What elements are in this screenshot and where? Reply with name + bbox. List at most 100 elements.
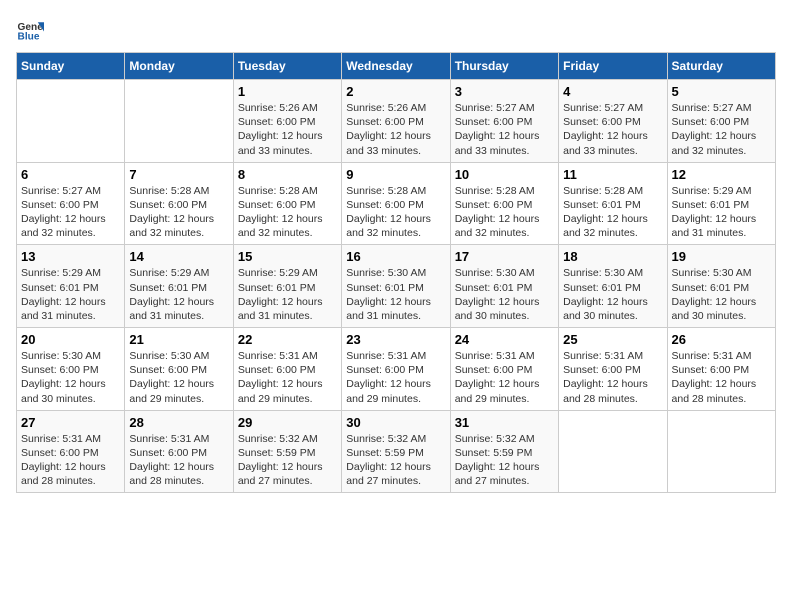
day-number: 2 — [346, 84, 445, 99]
calendar-cell: 24 Sunrise: 5:31 AMSunset: 6:00 PMDayligh… — [450, 328, 558, 411]
day-info: Sunrise: 5:30 AMSunset: 6:01 PMDaylight:… — [455, 266, 554, 323]
logo-icon: General Blue — [16, 16, 44, 44]
day-number: 18 — [563, 249, 662, 264]
day-info: Sunrise: 5:29 AMSunset: 6:01 PMDaylight:… — [238, 266, 337, 323]
day-number: 29 — [238, 415, 337, 430]
day-number: 21 — [129, 332, 228, 347]
day-number: 3 — [455, 84, 554, 99]
day-info: Sunrise: 5:31 AMSunset: 6:00 PMDaylight:… — [238, 349, 337, 406]
day-info: Sunrise: 5:29 AMSunset: 6:01 PMDaylight:… — [672, 184, 771, 241]
day-number: 28 — [129, 415, 228, 430]
calendar-cell: 15 Sunrise: 5:29 AMSunset: 6:01 PMDayligh… — [233, 245, 341, 328]
day-number: 23 — [346, 332, 445, 347]
weekday-header: Wednesday — [342, 53, 450, 80]
day-number: 24 — [455, 332, 554, 347]
calendar-cell: 22 Sunrise: 5:31 AMSunset: 6:00 PMDayligh… — [233, 328, 341, 411]
day-info: Sunrise: 5:30 AMSunset: 6:01 PMDaylight:… — [563, 266, 662, 323]
day-info: Sunrise: 5:31 AMSunset: 6:00 PMDaylight:… — [346, 349, 445, 406]
day-info: Sunrise: 5:26 AMSunset: 6:00 PMDaylight:… — [346, 101, 445, 158]
calendar-cell: 28 Sunrise: 5:31 AMSunset: 6:00 PMDayligh… — [125, 410, 233, 493]
calendar-cell — [667, 410, 775, 493]
day-info: Sunrise: 5:32 AMSunset: 5:59 PMDaylight:… — [238, 432, 337, 489]
calendar-cell: 1 Sunrise: 5:26 AMSunset: 6:00 PMDaylight… — [233, 80, 341, 163]
calendar-cell — [17, 80, 125, 163]
day-number: 13 — [21, 249, 120, 264]
day-info: Sunrise: 5:29 AMSunset: 6:01 PMDaylight:… — [21, 266, 120, 323]
day-number: 8 — [238, 167, 337, 182]
day-number: 19 — [672, 249, 771, 264]
calendar-cell: 26 Sunrise: 5:31 AMSunset: 6:00 PMDayligh… — [667, 328, 775, 411]
day-info: Sunrise: 5:27 AMSunset: 6:00 PMDaylight:… — [672, 101, 771, 158]
calendar-cell: 11Sunrise: 5:28 AMSunset: 6:01 PMDayligh… — [559, 162, 667, 245]
day-info: Sunrise: 5:32 AMSunset: 5:59 PMDaylight:… — [346, 432, 445, 489]
day-info: Sunrise: 5:27 AMSunset: 6:00 PMDaylight:… — [563, 101, 662, 158]
day-info: Sunrise: 5:30 AMSunset: 6:00 PMDaylight:… — [129, 349, 228, 406]
day-number: 31 — [455, 415, 554, 430]
day-info: Sunrise: 5:28 AMSunset: 6:00 PMDaylight:… — [455, 184, 554, 241]
calendar-cell: 17 Sunrise: 5:30 AMSunset: 6:01 PMDayligh… — [450, 245, 558, 328]
calendar-cell: 8 Sunrise: 5:28 AMSunset: 6:00 PMDaylight… — [233, 162, 341, 245]
day-number: 7 — [129, 167, 228, 182]
calendar-cell: 4 Sunrise: 5:27 AMSunset: 6:00 PMDaylight… — [559, 80, 667, 163]
day-number: 4 — [563, 84, 662, 99]
day-number: 10 — [455, 167, 554, 182]
day-info: Sunrise: 5:29 AMSunset: 6:01 PMDaylight:… — [129, 266, 228, 323]
calendar-cell: 13 Sunrise: 5:29 AMSunset: 6:01 PMDayligh… — [17, 245, 125, 328]
calendar-cell: 3 Sunrise: 5:27 AMSunset: 6:00 PMDaylight… — [450, 80, 558, 163]
calendar-cell: 10 Sunrise: 5:28 AMSunset: 6:00 PMDayligh… — [450, 162, 558, 245]
day-number: 1 — [238, 84, 337, 99]
calendar-cell: 31Sunrise: 5:32 AMSunset: 5:59 PMDayligh… — [450, 410, 558, 493]
day-number: 17 — [455, 249, 554, 264]
svg-text:Blue: Blue — [18, 31, 40, 42]
day-number: 26 — [672, 332, 771, 347]
day-number: 12 — [672, 167, 771, 182]
calendar-cell: 18 Sunrise: 5:30 AMSunset: 6:01 PMDayligh… — [559, 245, 667, 328]
day-info: Sunrise: 5:31 AMSunset: 6:00 PMDaylight:… — [455, 349, 554, 406]
day-info: Sunrise: 5:28 AMSunset: 6:00 PMDaylight:… — [238, 184, 337, 241]
calendar-cell: 12 Sunrise: 5:29 AMSunset: 6:01 PMDayligh… — [667, 162, 775, 245]
weekday-header: Tuesday — [233, 53, 341, 80]
calendar-cell: 16 Sunrise: 5:30 AMSunset: 6:01 PMDayligh… — [342, 245, 450, 328]
day-info: Sunrise: 5:30 AMSunset: 6:00 PMDaylight:… — [21, 349, 120, 406]
calendar-cell — [559, 410, 667, 493]
day-number: 25 — [563, 332, 662, 347]
weekday-header: Sunday — [17, 53, 125, 80]
calendar-cell: 20 Sunrise: 5:30 AMSunset: 6:00 PMDayligh… — [17, 328, 125, 411]
calendar-cell: 21 Sunrise: 5:30 AMSunset: 6:00 PMDayligh… — [125, 328, 233, 411]
day-info: Sunrise: 5:28 AMSunset: 6:00 PMDaylight:… — [129, 184, 228, 241]
day-number: 30 — [346, 415, 445, 430]
day-number: 9 — [346, 167, 445, 182]
day-number: 15 — [238, 249, 337, 264]
day-number: 27 — [21, 415, 120, 430]
weekday-header: Monday — [125, 53, 233, 80]
calendar-cell — [125, 80, 233, 163]
weekday-header: Friday — [559, 53, 667, 80]
day-info: Sunrise: 5:31 AMSunset: 6:00 PMDaylight:… — [21, 432, 120, 489]
day-number: 5 — [672, 84, 771, 99]
day-info: Sunrise: 5:31 AMSunset: 6:00 PMDaylight:… — [672, 349, 771, 406]
day-number: 22 — [238, 332, 337, 347]
calendar-cell: 30 Sunrise: 5:32 AMSunset: 5:59 PMDayligh… — [342, 410, 450, 493]
day-number: 14 — [129, 249, 228, 264]
day-info: Sunrise: 5:27 AMSunset: 6:00 PMDaylight:… — [455, 101, 554, 158]
calendar-table: SundayMondayTuesdayWednesdayThursdayFrid… — [16, 52, 776, 493]
page-header: General Blue — [16, 16, 776, 44]
weekday-header: Thursday — [450, 53, 558, 80]
calendar-cell: 5 Sunrise: 5:27 AMSunset: 6:00 PMDaylight… — [667, 80, 775, 163]
day-info: Sunrise: 5:30 AMSunset: 6:01 PMDaylight:… — [346, 266, 445, 323]
calendar-cell: 29 Sunrise: 5:32 AMSunset: 5:59 PMDayligh… — [233, 410, 341, 493]
calendar-cell: 9Sunrise: 5:28 AMSunset: 6:00 PMDaylight… — [342, 162, 450, 245]
day-number: 6 — [21, 167, 120, 182]
day-info: Sunrise: 5:27 AMSunset: 6:00 PMDaylight:… — [21, 184, 120, 241]
day-info: Sunrise: 5:30 AMSunset: 6:01 PMDaylight:… — [672, 266, 771, 323]
calendar-cell: 2 Sunrise: 5:26 AMSunset: 6:00 PMDaylight… — [342, 80, 450, 163]
calendar-cell: 6 Sunrise: 5:27 AMSunset: 6:00 PMDaylight… — [17, 162, 125, 245]
day-number: 16 — [346, 249, 445, 264]
calendar-cell: 27 Sunrise: 5:31 AMSunset: 6:00 PMDayligh… — [17, 410, 125, 493]
logo: General Blue — [16, 16, 46, 44]
day-number: 20 — [21, 332, 120, 347]
day-info: Sunrise: 5:31 AMSunset: 6:00 PMDaylight:… — [129, 432, 228, 489]
calendar-cell: 23 Sunrise: 5:31 AMSunset: 6:00 PMDayligh… — [342, 328, 450, 411]
day-info: Sunrise: 5:26 AMSunset: 6:00 PMDaylight:… — [238, 101, 337, 158]
calendar-cell: 25Sunrise: 5:31 AMSunset: 6:00 PMDayligh… — [559, 328, 667, 411]
